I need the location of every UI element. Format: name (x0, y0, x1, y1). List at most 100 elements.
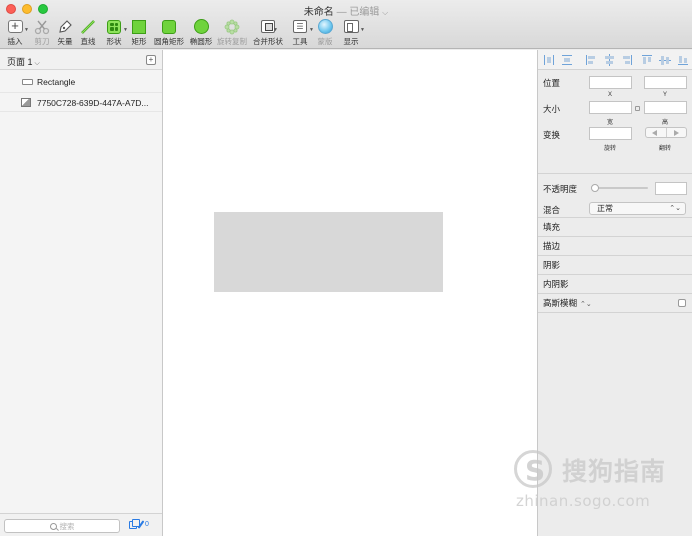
flip-vertical-button[interactable] (665, 128, 687, 137)
blur-checkbox[interactable] (678, 299, 686, 307)
align-bottom-icon[interactable] (677, 54, 689, 66)
distribute-vertical-icon[interactable] (561, 54, 573, 66)
oval-label: 椭圆形 (189, 37, 213, 46)
align-top-icon[interactable] (641, 54, 653, 66)
rounded-rectangle-label: 圆角矩形 (154, 37, 184, 46)
scissors-button[interactable]: 剪刀 (32, 18, 52, 48)
rounded-rectangle-button[interactable]: 圆角矩形 (154, 18, 184, 48)
rectangle-button[interactable]: 矩形 (129, 18, 149, 48)
line-icon (78, 18, 98, 35)
window-title[interactable]: 未命名 — 已编辑 ⌵ (0, 3, 692, 18)
footer-filters: 0 (129, 518, 149, 529)
y-field[interactable] (644, 76, 687, 89)
y-label: Y (662, 92, 667, 98)
width-label: 宽 (606, 120, 613, 126)
rectangle-shape[interactable] (214, 212, 443, 292)
insert-button[interactable]: + ▼ 插入 (4, 18, 29, 48)
rounded-rectangle-icon (162, 19, 176, 34)
title-chevron-icon: ⌵ (382, 8, 389, 17)
rotate-field[interactable] (589, 127, 632, 140)
rectangle-layer-icon (22, 79, 33, 85)
rotate-copy-button[interactable]: 旋转复制 (216, 18, 248, 48)
combine-shapes-label: 合并形状 (253, 37, 283, 46)
line-button[interactable]: 直线 (78, 18, 98, 48)
align-right-icon[interactable] (621, 54, 633, 66)
rectangle-label: 矩形 (131, 37, 147, 46)
layer-item-image[interactable]: 7750C728-639D-447A-A7D... (0, 92, 162, 112)
border-section[interactable]: 描边 (538, 237, 692, 256)
mask-button[interactable]: 蒙版 (315, 18, 335, 48)
chevron-down-icon: ▼ (360, 27, 365, 33)
align-vertical-center-icon[interactable] (659, 54, 671, 66)
inner-shadow-section[interactable]: 内阴影 (538, 275, 692, 294)
search-input[interactable]: 搜索 (4, 519, 120, 533)
blur-label: 高斯模糊 (543, 298, 578, 308)
image-layer-icon (21, 98, 31, 107)
oval-button[interactable]: 椭圆形 (189, 18, 213, 48)
filter-count: 0 (145, 521, 149, 528)
rectangle-icon (132, 19, 146, 34)
mask-label: 蒙版 (317, 37, 333, 46)
layer-item-rectangle[interactable]: Rectangle (0, 72, 162, 92)
layer-label: Rectangle (37, 77, 76, 87)
inner-shadow-label: 内阴影 (543, 279, 569, 289)
rotate-label: 旋转 (603, 146, 616, 152)
tools-label: 工具 (292, 37, 308, 46)
align-horizontal-center-icon[interactable] (603, 54, 615, 66)
chevron-down-icon: ▼ (123, 27, 128, 33)
mask-icon (317, 19, 333, 34)
layers-panel: 页面 1 ⌵ + Rectangle 7750C728-639D-447A-A7D… (0, 50, 163, 536)
combine-shapes-button[interactable]: ▼ 合并形状 (252, 18, 284, 48)
border-label: 描边 (543, 241, 561, 251)
inspector-panel: 位置 X Y 大小 宽 高 变换 旋转 翻转 不透明度 混合 正常 ⌃⌄ 填充 … (537, 50, 692, 536)
style-section: 不透明度 混合 正常 ⌃⌄ (538, 174, 692, 218)
x-field[interactable] (589, 76, 632, 89)
opacity-field[interactable] (655, 182, 687, 195)
search-icon (49, 522, 57, 530)
chevron-down-icon: ▼ (309, 27, 314, 33)
opacity-slider[interactable] (591, 184, 648, 192)
layer-list: Rectangle 7750C728-639D-447A-A7D... (0, 70, 162, 112)
fill-section[interactable]: 填充 (538, 218, 692, 237)
lock-ratio-icon[interactable] (635, 106, 640, 111)
view-icon (343, 20, 359, 33)
transform-label: 变换 (543, 130, 561, 140)
tools-button[interactable]: ☰ ▼ 工具 (289, 18, 314, 48)
insert-icon: + (7, 19, 23, 33)
flip-horizontal-button[interactable] (646, 128, 666, 137)
distribute-horizontal-icon[interactable] (543, 54, 555, 66)
opacity-label: 不透明度 (543, 184, 578, 194)
shadow-section[interactable]: 阴影 (538, 256, 692, 275)
blend-mode-select[interactable]: 正常 ⌃⌄ (589, 202, 686, 215)
vector-button[interactable]: 矢量 (55, 18, 75, 48)
shape-label: 形状 (106, 37, 122, 46)
pages-header: 页面 1 ⌵ + (0, 50, 162, 70)
position-label: 位置 (543, 78, 561, 88)
blend-mode-value: 正常 (597, 204, 613, 213)
scissors-icon (32, 18, 52, 35)
document-name: 未命名 (303, 7, 334, 18)
view-button[interactable]: ▼ 显示 (340, 18, 365, 48)
layers-footer: 搜索 0 (0, 513, 162, 536)
height-field[interactable] (644, 101, 687, 114)
document-status: 已编辑 (349, 7, 380, 18)
align-left-icon[interactable] (585, 54, 597, 66)
line-label: 直线 (80, 37, 96, 46)
rotate-copy-icon (216, 18, 248, 35)
shadow-label: 阴影 (543, 260, 561, 270)
canvas[interactable] (163, 50, 537, 536)
width-field[interactable] (589, 101, 632, 114)
insert-label: 插入 (7, 37, 23, 46)
symbols-filter-icon[interactable] (129, 518, 140, 529)
search-placeholder: 搜索 (59, 521, 75, 531)
updown-chevron-icon: ⌃⌄ (669, 205, 681, 212)
flip-label: 翻转 (658, 146, 671, 152)
opacity-slider-knob[interactable] (591, 184, 599, 192)
updown-chevron-icon[interactable]: ⌃⌄ (580, 301, 592, 308)
blur-section[interactable]: 高斯模糊 ⌃⌄ (538, 294, 692, 313)
layer-label: 7750C728-639D-447A-A7D... (37, 98, 149, 108)
add-page-button[interactable]: + (146, 55, 156, 65)
shape-button[interactable]: ▼ 形状 (103, 18, 128, 48)
page-name: 页面 1 (7, 57, 33, 67)
page-selector[interactable]: 页面 1 ⌵ (7, 55, 40, 68)
